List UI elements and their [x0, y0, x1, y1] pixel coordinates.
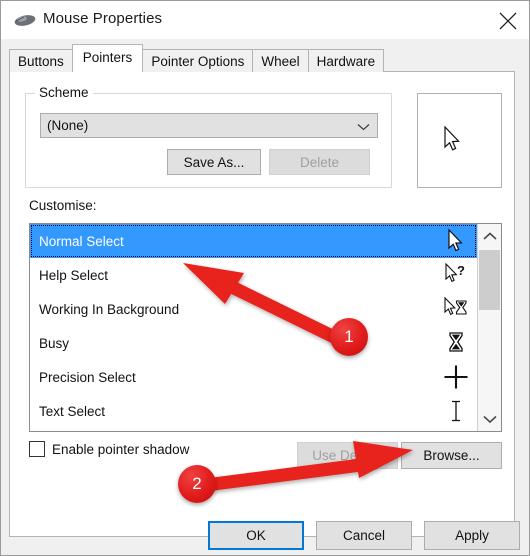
ok-button[interactable]: OK: [208, 521, 304, 550]
list-item-label: Precision Select: [39, 369, 136, 385]
svg-text:?: ?: [457, 263, 465, 278]
chevron-up-icon: [483, 232, 497, 240]
close-button[interactable]: [485, 1, 529, 39]
list-item-label: Text Select: [39, 403, 106, 419]
cancel-button[interactable]: Cancel: [316, 521, 412, 550]
customise-label: Customise:: [29, 198, 97, 213]
tab-pointers[interactable]: Pointers: [71, 44, 144, 72]
pointer-list-items: Normal Select Help Select ? Working In B…: [30, 224, 477, 431]
list-item-working-in-background[interactable]: Working In Background: [30, 292, 477, 326]
scheme-combobox[interactable]: (None): [40, 113, 378, 138]
arrow-question-cursor-icon: ?: [445, 262, 465, 283]
pointer-preview-box: [417, 93, 502, 188]
pointer-list[interactable]: Normal Select Help Select ? Working In B…: [29, 223, 502, 432]
window-title: Mouse Properties: [43, 10, 163, 27]
list-item-help-select[interactable]: Help Select ?: [30, 258, 477, 292]
list-item-normal-select[interactable]: Normal Select: [30, 224, 477, 258]
list-scrollbar[interactable]: [477, 224, 501, 431]
scheme-group-label: Scheme: [35, 85, 93, 100]
arrow-cursor-icon: [448, 228, 463, 252]
arrow-cursor-icon: [444, 126, 460, 151]
tab-hardware[interactable]: Hardware: [307, 49, 385, 72]
scroll-up-button[interactable]: [478, 224, 501, 248]
tab-strip: Buttons Pointers Pointer Options Wheel H…: [9, 44, 385, 72]
tab-buttons[interactable]: Buttons: [9, 49, 73, 72]
list-item-busy[interactable]: Busy: [30, 326, 477, 360]
checkbox-box: [29, 441, 45, 457]
hourglass-cursor-icon: [449, 332, 463, 352]
list-item-label: Normal Select: [39, 233, 124, 249]
ibeam-cursor-icon: [452, 400, 460, 422]
scheme-combobox-value: (None): [47, 118, 89, 133]
chevron-down-icon: [357, 124, 370, 131]
save-as-button[interactable]: Save As...: [167, 149, 261, 175]
crosshair-cursor-icon: [444, 365, 468, 389]
chevron-down-icon: [483, 415, 497, 424]
annotation-badge-1: 1: [330, 318, 368, 356]
mouse-properties-dialog: Mouse Properties Buttons Pointers Pointe…: [0, 0, 530, 556]
tab-pointer-options[interactable]: Pointer Options: [142, 49, 254, 72]
close-icon: [499, 12, 517, 30]
enable-pointer-shadow-checkbox[interactable]: Enable pointer shadow: [29, 441, 189, 457]
scroll-down-button[interactable]: [478, 407, 501, 431]
list-item-precision-select[interactable]: Precision Select: [30, 360, 477, 394]
enable-pointer-shadow-label: Enable pointer shadow: [52, 441, 190, 457]
apply-button[interactable]: Apply: [424, 521, 520, 550]
arrow-hourglass-cursor-icon: [444, 296, 467, 316]
delete-button: Delete: [269, 149, 370, 175]
title-bar: Mouse Properties: [1, 1, 529, 39]
list-item-label: Busy: [39, 335, 70, 351]
browse-button[interactable]: Browse...: [401, 442, 502, 469]
annotation-badge-2: 2: [178, 465, 216, 503]
tab-wheel[interactable]: Wheel: [252, 49, 309, 72]
mouse-icon: [14, 15, 36, 26]
list-item-label: Working In Background: [39, 301, 180, 317]
list-item-label: Help Select: [39, 267, 109, 283]
list-item-text-select[interactable]: Text Select: [30, 394, 477, 428]
scroll-thumb[interactable]: [479, 250, 500, 310]
use-default-button: Use Default: [297, 442, 398, 469]
